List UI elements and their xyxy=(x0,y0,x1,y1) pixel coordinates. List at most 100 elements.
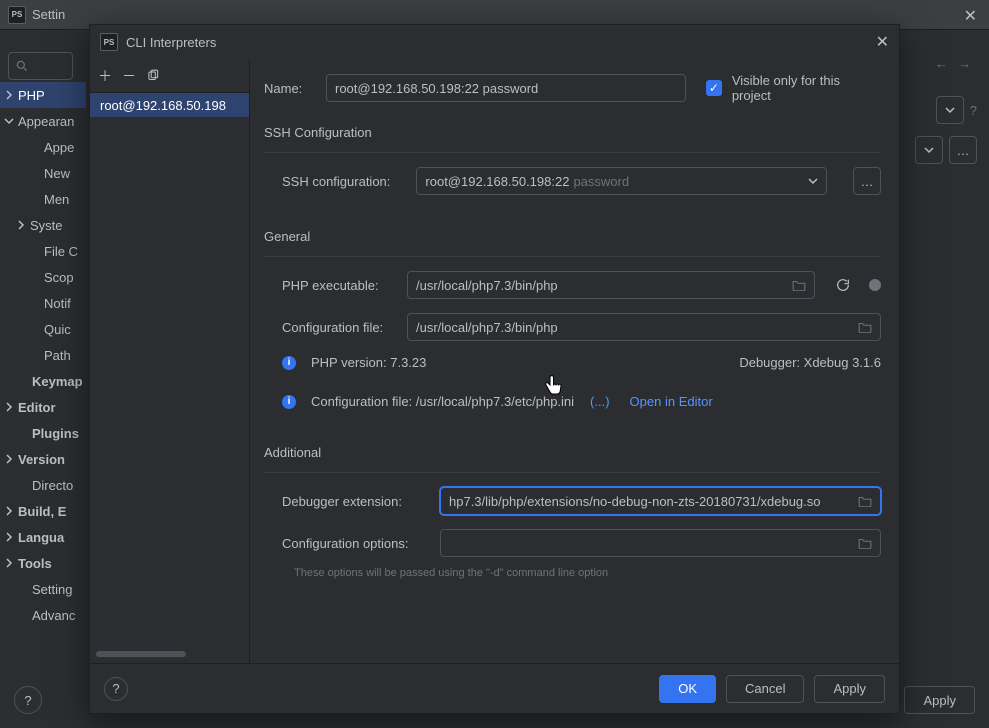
conf-opts-hint: These options will be passed using the "… xyxy=(276,567,881,579)
scrollbar-thumb[interactable] xyxy=(96,651,186,657)
settings-tree[interactable]: PHP Appearan Appe New Men Syste File CScopNoti… xyxy=(0,82,86,628)
tree-item-label: Path xyxy=(44,348,71,363)
settings-tree-item[interactable]: Langua xyxy=(0,524,86,550)
phpstorm-logo-icon: PS xyxy=(8,6,26,24)
tree-item-label: Directo xyxy=(32,478,73,493)
apply-button[interactable]: Apply xyxy=(814,675,885,703)
ssh-config-browse-button[interactable]: … xyxy=(853,167,881,195)
chevron-right-icon xyxy=(4,532,14,542)
visible-project-checkbox[interactable]: ✓ xyxy=(706,80,722,96)
copy-icon[interactable] xyxy=(146,69,160,83)
search-icon xyxy=(15,59,29,73)
ok-button[interactable]: OK xyxy=(659,675,716,703)
settings-tree-item[interactable]: Appe xyxy=(0,134,86,160)
settings-tree-item[interactable]: Build, E xyxy=(0,498,86,524)
ssh-config-hint: password xyxy=(573,174,629,189)
settings-tree-item[interactable]: Setting xyxy=(0,576,86,602)
tree-item-label: Appe xyxy=(44,140,74,155)
chevron-right-icon xyxy=(4,454,14,464)
tree-item-label: New xyxy=(44,166,70,181)
help-icon[interactable]: ? xyxy=(970,103,977,118)
bg-apply-button[interactable]: Apply xyxy=(904,686,975,714)
tree-item-label: Syste xyxy=(30,218,63,233)
help-button[interactable]: ? xyxy=(104,677,128,701)
reload-icon[interactable] xyxy=(835,277,851,293)
settings-tree-item[interactable]: Plugins xyxy=(0,420,86,446)
bg-help-button[interactable]: ? xyxy=(14,686,42,714)
php-version-text: PHP version: 7.3.23 xyxy=(311,355,426,370)
ellipsis-link[interactable]: (...) xyxy=(590,394,610,409)
chevron-down-icon xyxy=(808,176,818,186)
folder-icon[interactable] xyxy=(792,279,806,291)
ssh-config-dropdown[interactable]: root@192.168.50.198:22 password xyxy=(416,167,827,195)
chevron-right-icon xyxy=(4,90,14,100)
settings-tree-item[interactable]: Path xyxy=(0,342,86,368)
dbg-ext-row: Debugger extension: hp7.3/lib/php/extens… xyxy=(264,487,881,515)
bg-apply-button-wrap: Apply xyxy=(904,686,975,714)
php-exec-input[interactable]: /usr/local/php7.3/bin/php xyxy=(407,271,815,299)
settings-tree-item[interactable]: Tools xyxy=(0,550,86,576)
nav-forward-icon[interactable]: → xyxy=(958,56,971,71)
settings-tree-item[interactable]: Notif xyxy=(0,290,86,316)
name-input[interactable]: root@192.168.50.198:22 password xyxy=(326,74,686,102)
interpreter-detail-pane: Name: root@192.168.50.198:22 password ✓ … xyxy=(250,59,899,663)
dialog-close-icon[interactable]: ✕ xyxy=(876,32,889,52)
tree-item-label: Men xyxy=(44,192,69,207)
conf-file-row: Configuration file: /usr/local/php7.3/bi… xyxy=(264,313,881,341)
settings-tree-item[interactable]: Men xyxy=(0,186,86,212)
tree-item-label: Setting xyxy=(32,582,72,597)
tree-item-label: Advanc xyxy=(32,608,75,623)
open-in-editor-link[interactable]: Open in Editor xyxy=(630,394,713,409)
settings-tree-item[interactable]: PHP xyxy=(0,82,86,108)
section-divider xyxy=(264,256,881,257)
bg-title: Settin xyxy=(32,7,65,22)
remove-icon[interactable]: － xyxy=(122,66,136,86)
folder-icon[interactable] xyxy=(858,537,872,549)
combo-chevron-button[interactable] xyxy=(915,136,943,164)
nav-back-icon[interactable]: ← xyxy=(935,56,948,71)
settings-tree-item[interactable]: Version xyxy=(0,446,86,472)
conf-opts-row: Configuration options: xyxy=(264,529,881,557)
conf-file-input[interactable]: /usr/local/php7.3/bin/php xyxy=(407,313,881,341)
settings-tree-item[interactable]: Keymap xyxy=(0,368,86,394)
settings-tree-item[interactable]: Quic xyxy=(0,316,86,342)
settings-tree-item[interactable]: Syste xyxy=(0,212,86,238)
settings-tree-item[interactable]: Appearan xyxy=(0,108,86,134)
settings-tree-item[interactable]: Editor xyxy=(0,394,86,420)
tree-item-label: Editor xyxy=(18,400,56,415)
conf-file-value: /usr/local/php7.3/bin/php xyxy=(416,320,558,335)
list-item[interactable]: root@192.168.50.198 xyxy=(90,93,249,117)
bg-search-input[interactable] xyxy=(8,52,73,80)
horizontal-scrollbar[interactable] xyxy=(96,651,221,657)
ssh-config-row: SSH configuration: root@192.168.50.198:2… xyxy=(264,167,881,195)
combo-chevron-button[interactable] xyxy=(936,96,964,124)
info-icon: i xyxy=(282,395,296,409)
interpreter-list-toolbar: ＋ － xyxy=(90,59,249,93)
settings-tree-item[interactable]: File C xyxy=(0,238,86,264)
folder-icon[interactable] xyxy=(858,495,872,507)
bg-close-icon[interactable]: ✕ xyxy=(964,6,977,26)
interpreter-list[interactable]: root@192.168.50.198 xyxy=(90,93,249,663)
dialog-body: ＋ － root@192.168.50.198 Name: xyxy=(90,59,899,663)
php-version-row: i PHP version: 7.3.23 Debugger: Xdebug 3… xyxy=(264,355,881,370)
settings-tree-item[interactable]: Advanc xyxy=(0,602,86,628)
dbg-ext-value: hp7.3/lib/php/extensions/no-debug-non-zt… xyxy=(449,494,821,509)
dialog-footer: ? OK Cancel Apply xyxy=(90,663,899,713)
settings-tree-item[interactable]: Scop xyxy=(0,264,86,290)
settings-tree-item[interactable]: Directo xyxy=(0,472,86,498)
footer-buttons: OK Cancel Apply xyxy=(659,675,885,703)
conf-file-info-row: i Configuration file: /usr/local/php7.3/… xyxy=(264,394,881,409)
tree-item-label: Langua xyxy=(18,530,64,545)
tree-item-label: Keymap xyxy=(32,374,83,389)
dbg-ext-input[interactable]: hp7.3/lib/php/extensions/no-debug-non-zt… xyxy=(440,487,881,515)
interpreter-list-pane: ＋ － root@192.168.50.198 xyxy=(90,59,250,663)
cancel-button[interactable]: Cancel xyxy=(726,675,804,703)
add-icon[interactable]: ＋ xyxy=(98,66,112,86)
folder-icon[interactable] xyxy=(858,321,872,333)
conf-opts-input[interactable] xyxy=(440,529,881,557)
php-exec-label: PHP executable: xyxy=(282,278,397,293)
browse-button[interactable]: … xyxy=(949,136,977,164)
tree-item-label: PHP xyxy=(18,88,45,103)
visible-project-label: Visible only for this project xyxy=(732,73,881,103)
settings-tree-item[interactable]: New xyxy=(0,160,86,186)
